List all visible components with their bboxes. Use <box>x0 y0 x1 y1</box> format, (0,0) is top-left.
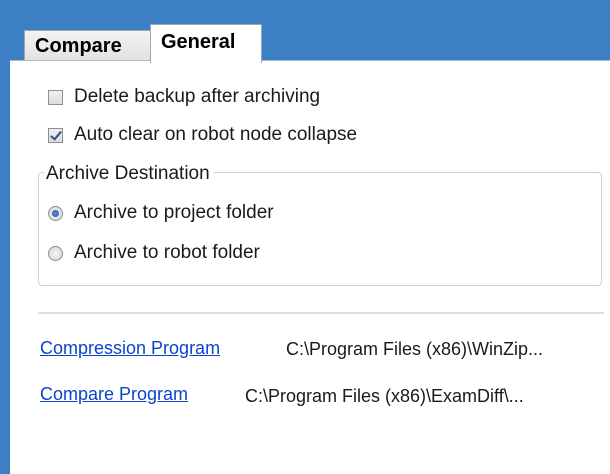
archive-robot-radio[interactable] <box>48 245 63 261</box>
delete-backup-option[interactable]: Delete backup after archiving <box>48 86 320 108</box>
delete-backup-label: Delete backup after archiving <box>74 86 321 107</box>
delete-backup-checkbox[interactable] <box>48 89 63 105</box>
compare-program-link[interactable]: Compare Program <box>40 384 188 405</box>
archive-robot-option[interactable]: Archive to robot folder <box>48 242 260 264</box>
separator <box>38 312 604 314</box>
tab-compare[interactable]: Compare <box>24 30 155 61</box>
compare-program-path: C:\Program Files (x86)\ExamDiff\... <box>245 386 524 406</box>
compression-program-link[interactable]: Compression Program <box>40 338 220 359</box>
auto-clear-label: Auto clear on robot node collapse <box>74 124 358 145</box>
archive-project-option[interactable]: Archive to project folder <box>48 202 274 224</box>
tab-compare-label: Compare <box>35 35 122 57</box>
compression-program-path: C:\Program Files (x86)\WinZip... <box>286 339 544 359</box>
settings-window: Compare General Delete backup after arch… <box>0 0 610 474</box>
tab-general[interactable]: General <box>150 24 262 63</box>
archive-robot-label: Archive to robot folder <box>74 242 260 263</box>
auto-clear-checkbox[interactable] <box>48 127 63 143</box>
auto-clear-option[interactable]: Auto clear on robot node collapse <box>48 124 357 146</box>
archive-project-radio[interactable] <box>48 205 63 221</box>
tab-general-label: General <box>161 31 236 53</box>
archive-destination-group <box>38 172 602 286</box>
archive-project-label: Archive to project folder <box>74 202 274 223</box>
left-border <box>0 0 10 474</box>
archive-destination-legend: Archive Destination <box>44 163 214 185</box>
